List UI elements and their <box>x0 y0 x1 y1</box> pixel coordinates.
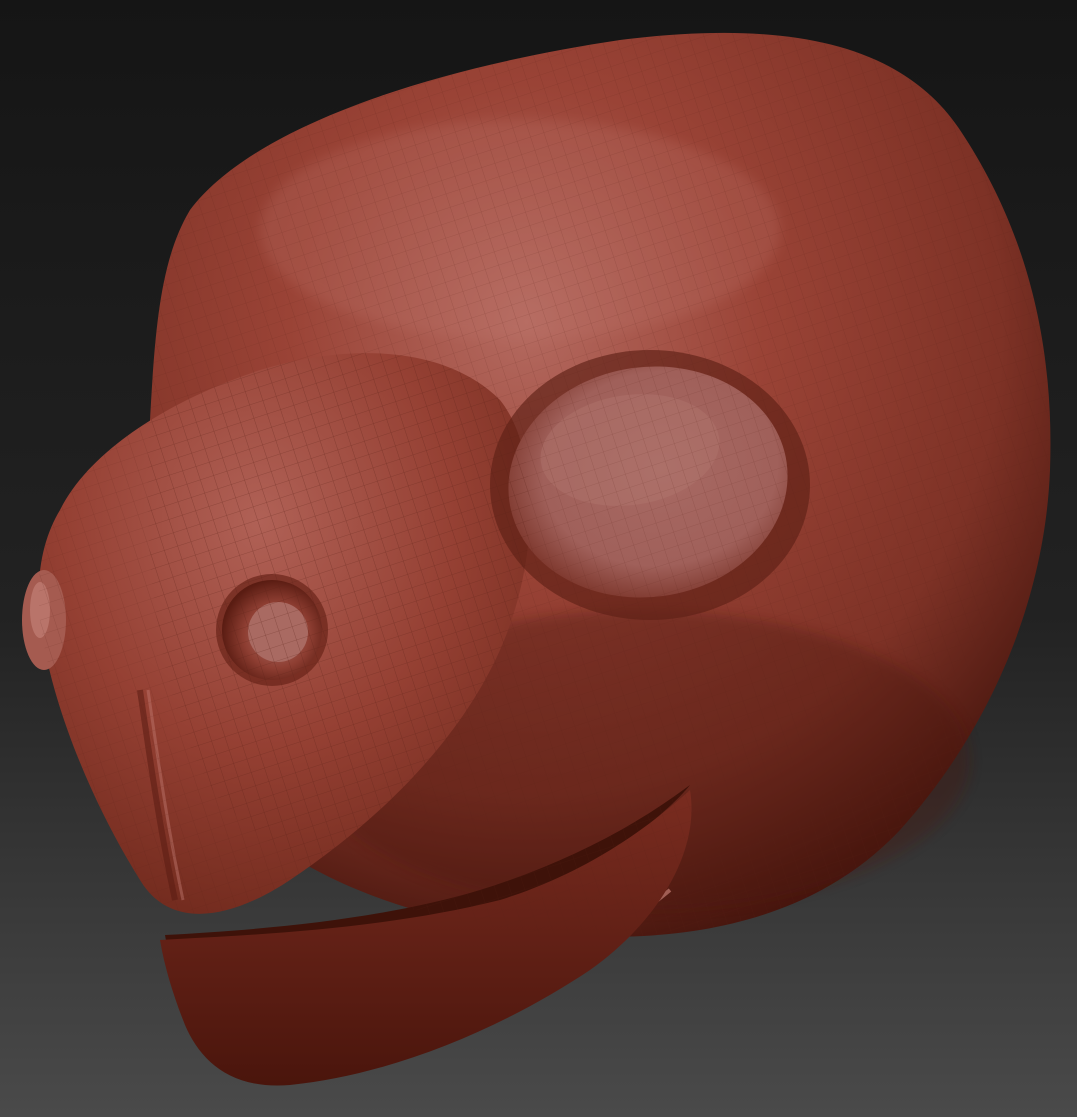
sculpt-viewport[interactable] <box>0 0 1077 1117</box>
viewport-canvas[interactable] <box>0 0 1077 1117</box>
